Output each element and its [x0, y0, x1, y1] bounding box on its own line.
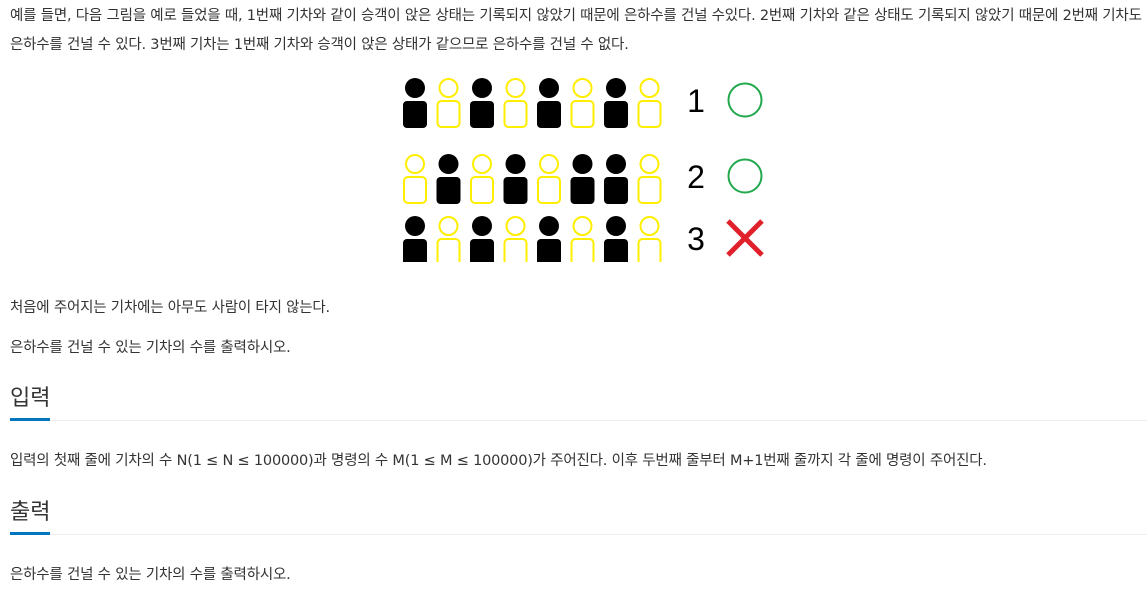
empty-seat-icon [503, 216, 528, 262]
seated-passenger-icon [503, 154, 528, 204]
seated-passenger-icon [403, 216, 427, 262]
empty-seat-icon [537, 154, 561, 204]
seated-passenger-icon [470, 216, 494, 262]
output-section-heading: 출력 [10, 498, 1147, 535]
seated-passenger-icon [604, 78, 628, 128]
empty-seat-icon [637, 154, 662, 204]
empty-seat-icon [436, 216, 461, 262]
output-description: 은하수를 건널 수 있는 기차의 수를 출력하시오. [10, 567, 291, 583]
empty-seat-icon [403, 154, 427, 204]
seated-passenger-icon [537, 78, 561, 128]
pass-circle-icon [727, 158, 763, 194]
output-instruction-paragraph: 은하수를 건널 수 있는 기차의 수를 출력하시오. [10, 340, 291, 356]
seated-passenger-icon [537, 216, 561, 262]
train-row-1: 1 [403, 78, 763, 128]
empty-seat-icon [570, 78, 595, 128]
empty-seat-icon [637, 216, 662, 262]
empty-seat-icon [637, 78, 662, 128]
train-number-label: 2 [687, 159, 705, 195]
train-figure: 1 2 3 [403, 78, 764, 262]
seated-passenger-icon [604, 216, 628, 262]
train-number-label: 3 [687, 221, 705, 257]
pass-circle-icon [727, 82, 763, 118]
empty-seat-icon [503, 78, 528, 128]
empty-seat-icon [436, 78, 461, 128]
seated-passenger-icon [470, 78, 494, 128]
seated-passenger-icon [403, 78, 427, 128]
seated-passenger-icon [604, 154, 628, 204]
train-number-label: 1 [687, 83, 705, 119]
input-section-heading: 입력 [10, 384, 1147, 421]
input-heading-label: 입력 [10, 384, 51, 421]
fail-cross-icon [726, 219, 764, 257]
input-description: 입력의 첫째 줄에 기차의 수 N(1 ≤ N ≤ 100000)과 명령의 수… [10, 453, 987, 469]
seated-passenger-icon [436, 154, 461, 204]
train-row-3: 3 [403, 216, 764, 262]
intro-paragraph: 예를 들면, 다음 그림을 예로 들었을 때, 1번째 기차와 같이 승객이 앉… [10, 8, 1142, 53]
seated-passenger-icon [570, 154, 595, 204]
output-heading-label: 출력 [10, 498, 51, 535]
empty-seat-icon [570, 216, 595, 262]
empty-seat-icon [470, 154, 494, 204]
start-paragraph: 처음에 주어지는 기차에는 아무도 사람이 타지 않는다. [10, 300, 330, 316]
train-row-2: 2 [403, 154, 763, 204]
